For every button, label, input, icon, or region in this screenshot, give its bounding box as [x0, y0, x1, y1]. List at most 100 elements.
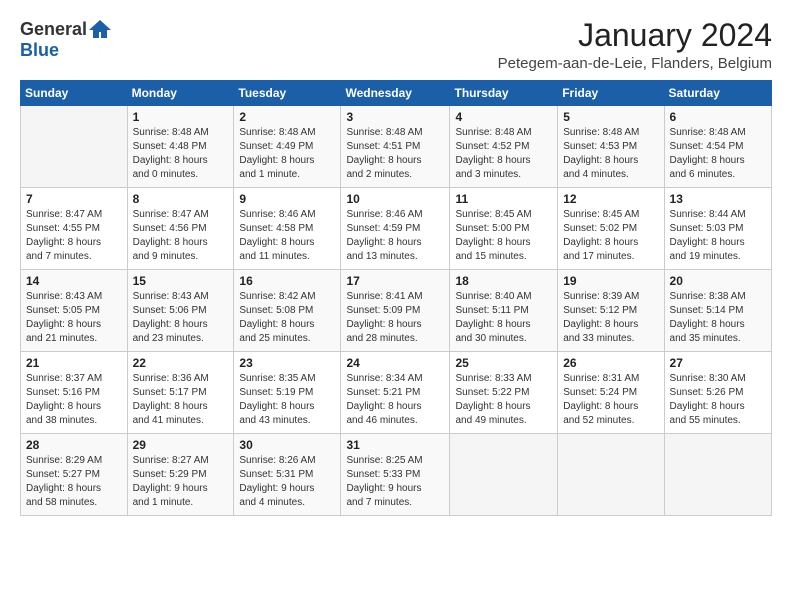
day-number: 13 — [670, 192, 766, 206]
calendar-header-row: Sunday Monday Tuesday Wednesday Thursday… — [21, 81, 772, 106]
col-tuesday: Tuesday — [234, 81, 341, 106]
table-cell: 19Sunrise: 8:39 AM Sunset: 5:12 PM Dayli… — [558, 270, 664, 352]
table-cell: 18 Sunrise: 8:40 AM Sunset: 5:11 PM Dayli… — [450, 270, 558, 352]
day-number: 16 — [239, 274, 335, 288]
day-info: Sunrise: 8:35 AM Sunset: 5:19 PM Dayligh… — [239, 372, 335, 428]
table-cell — [558, 434, 664, 516]
day-number: 11 — [455, 192, 552, 206]
day-number: 28 — [26, 438, 122, 452]
table-cell: 25Sunrise: 8:33 AM Sunset: 5:22 PM Dayli… — [450, 352, 558, 434]
title-section: January 2024 Petegem-aan-de-Leie, Flande… — [498, 18, 772, 72]
day-info: Sunrise: 8:48 AM Sunset: 4:51 PM Dayligh… — [346, 126, 444, 182]
table-cell: 31 Sunrise: 8:25 AM Sunset: 5:33 PM Dayli… — [341, 434, 450, 516]
table-cell: 17 Sunrise: 8:41 AM Sunset: 5:09 PM Dayli… — [341, 270, 450, 352]
day-info: Sunrise: 8:41 AM Sunset: 5:09 PM Dayligh… — [346, 290, 444, 346]
calendar: Sunday Monday Tuesday Wednesday Thursday… — [20, 80, 772, 516]
day-info: Sunrise: 8:37 AM Sunset: 5:16 PM Dayligh… — [26, 372, 122, 428]
day-number: 21 — [26, 356, 122, 370]
day-info: Sunrise: 8:31 AM Sunset: 5:24 PM Dayligh… — [563, 372, 658, 428]
table-cell: 12 Sunrise: 8:45 AM Sunset: 5:02 PM Dayli… — [558, 188, 664, 270]
logo-general-text: General — [20, 19, 87, 40]
day-info: Sunrise: 8:25 AM Sunset: 5:33 PM Dayligh… — [346, 454, 444, 510]
table-cell: 28 Sunrise: 8:29 AM Sunset: 5:27 PM Dayli… — [21, 434, 128, 516]
day-info: Sunrise: 8:43 AM Sunset: 5:05 PM Dayligh… — [26, 290, 122, 346]
day-info: Sunrise: 8:47 AM Sunset: 4:55 PM Dayligh… — [26, 208, 122, 264]
table-cell — [450, 434, 558, 516]
table-cell: 3 Sunrise: 8:48 AM Sunset: 4:51 PM Daylig… — [341, 106, 450, 188]
day-number: 4 — [455, 110, 552, 124]
logo-blue-text: Blue — [20, 40, 59, 61]
table-cell: 27 Sunrise: 8:30 AM Sunset: 5:26 PM Dayli… — [664, 352, 771, 434]
day-info: Sunrise: 8:29 AM Sunset: 5:27 PM Dayligh… — [26, 454, 122, 510]
table-cell: 13Sunrise: 8:44 AM Sunset: 5:03 PM Dayli… — [664, 188, 771, 270]
day-number: 27 — [670, 356, 766, 370]
table-cell: 14 Sunrise: 8:43 AM Sunset: 5:05 PM Dayli… — [21, 270, 128, 352]
day-number: 29 — [133, 438, 229, 452]
location: Petegem-aan-de-Leie, Flanders, Belgium — [498, 55, 772, 72]
day-number: 24 — [346, 356, 444, 370]
header: General Blue January 2024 Petegem-aan-de… — [20, 18, 772, 72]
day-number: 3 — [346, 110, 444, 124]
day-info: Sunrise: 8:45 AM Sunset: 5:02 PM Dayligh… — [563, 208, 658, 264]
page: General Blue January 2024 Petegem-aan-de… — [0, 0, 792, 612]
day-number: 25 — [455, 356, 552, 370]
table-cell: 29Sunrise: 8:27 AM Sunset: 5:29 PM Dayli… — [127, 434, 234, 516]
week-row-1: 7 Sunrise: 8:47 AM Sunset: 4:55 PM Daylig… — [21, 188, 772, 270]
day-info: Sunrise: 8:48 AM Sunset: 4:52 PM Dayligh… — [455, 126, 552, 182]
day-number: 15 — [133, 274, 229, 288]
table-cell: 20Sunrise: 8:38 AM Sunset: 5:14 PM Dayli… — [664, 270, 771, 352]
day-info: Sunrise: 8:48 AM Sunset: 4:49 PM Dayligh… — [239, 126, 335, 182]
table-cell: 24 Sunrise: 8:34 AM Sunset: 5:21 PM Dayli… — [341, 352, 450, 434]
table-cell: 16 Sunrise: 8:42 AM Sunset: 5:08 PM Dayli… — [234, 270, 341, 352]
day-info: Sunrise: 8:42 AM Sunset: 5:08 PM Dayligh… — [239, 290, 335, 346]
day-number: 31 — [346, 438, 444, 452]
week-row-2: 14 Sunrise: 8:43 AM Sunset: 5:05 PM Dayli… — [21, 270, 772, 352]
table-cell — [21, 106, 128, 188]
col-friday: Friday — [558, 81, 664, 106]
logo-icon — [89, 18, 111, 40]
day-info: Sunrise: 8:34 AM Sunset: 5:21 PM Dayligh… — [346, 372, 444, 428]
day-number: 1 — [133, 110, 229, 124]
table-cell: 8 Sunrise: 8:47 AM Sunset: 4:56 PM Daylig… — [127, 188, 234, 270]
day-info: Sunrise: 8:48 AM Sunset: 4:53 PM Dayligh… — [563, 126, 658, 182]
day-info: Sunrise: 8:39 AM Sunset: 5:12 PM Dayligh… — [563, 290, 658, 346]
table-cell: 7 Sunrise: 8:47 AM Sunset: 4:55 PM Daylig… — [21, 188, 128, 270]
table-cell — [664, 434, 771, 516]
week-row-3: 21 Sunrise: 8:37 AM Sunset: 5:16 PM Dayli… — [21, 352, 772, 434]
table-cell: 11 Sunrise: 8:45 AM Sunset: 5:00 PM Dayli… — [450, 188, 558, 270]
week-row-0: 1Sunrise: 8:48 AM Sunset: 4:48 PM Daylig… — [21, 106, 772, 188]
day-info: Sunrise: 8:46 AM Sunset: 4:58 PM Dayligh… — [239, 208, 335, 264]
day-number: 8 — [133, 192, 229, 206]
col-monday: Monday — [127, 81, 234, 106]
table-cell: 4 Sunrise: 8:48 AM Sunset: 4:52 PM Daylig… — [450, 106, 558, 188]
day-info: Sunrise: 8:45 AM Sunset: 5:00 PM Dayligh… — [455, 208, 552, 264]
day-info: Sunrise: 8:47 AM Sunset: 4:56 PM Dayligh… — [133, 208, 229, 264]
day-info: Sunrise: 8:30 AM Sunset: 5:26 PM Dayligh… — [670, 372, 766, 428]
day-number: 7 — [26, 192, 122, 206]
day-info: Sunrise: 8:26 AM Sunset: 5:31 PM Dayligh… — [239, 454, 335, 510]
table-cell: 30 Sunrise: 8:26 AM Sunset: 5:31 PM Dayli… — [234, 434, 341, 516]
day-number: 17 — [346, 274, 444, 288]
col-sunday: Sunday — [21, 81, 128, 106]
table-cell: 6Sunrise: 8:48 AM Sunset: 4:54 PM Daylig… — [664, 106, 771, 188]
day-number: 12 — [563, 192, 658, 206]
day-number: 9 — [239, 192, 335, 206]
day-info: Sunrise: 8:40 AM Sunset: 5:11 PM Dayligh… — [455, 290, 552, 346]
day-number: 5 — [563, 110, 658, 124]
col-thursday: Thursday — [450, 81, 558, 106]
day-number: 23 — [239, 356, 335, 370]
col-saturday: Saturday — [664, 81, 771, 106]
week-row-4: 28 Sunrise: 8:29 AM Sunset: 5:27 PM Dayli… — [21, 434, 772, 516]
table-cell: 2Sunrise: 8:48 AM Sunset: 4:49 PM Daylig… — [234, 106, 341, 188]
table-cell: 15Sunrise: 8:43 AM Sunset: 5:06 PM Dayli… — [127, 270, 234, 352]
table-cell: 10Sunrise: 8:46 AM Sunset: 4:59 PM Dayli… — [341, 188, 450, 270]
col-wednesday: Wednesday — [341, 81, 450, 106]
table-cell: 22 Sunrise: 8:36 AM Sunset: 5:17 PM Dayli… — [127, 352, 234, 434]
day-number: 14 — [26, 274, 122, 288]
day-number: 30 — [239, 438, 335, 452]
day-info: Sunrise: 8:38 AM Sunset: 5:14 PM Dayligh… — [670, 290, 766, 346]
day-number: 18 — [455, 274, 552, 288]
table-cell: 23 Sunrise: 8:35 AM Sunset: 5:19 PM Dayli… — [234, 352, 341, 434]
day-number: 22 — [133, 356, 229, 370]
day-info: Sunrise: 8:36 AM Sunset: 5:17 PM Dayligh… — [133, 372, 229, 428]
